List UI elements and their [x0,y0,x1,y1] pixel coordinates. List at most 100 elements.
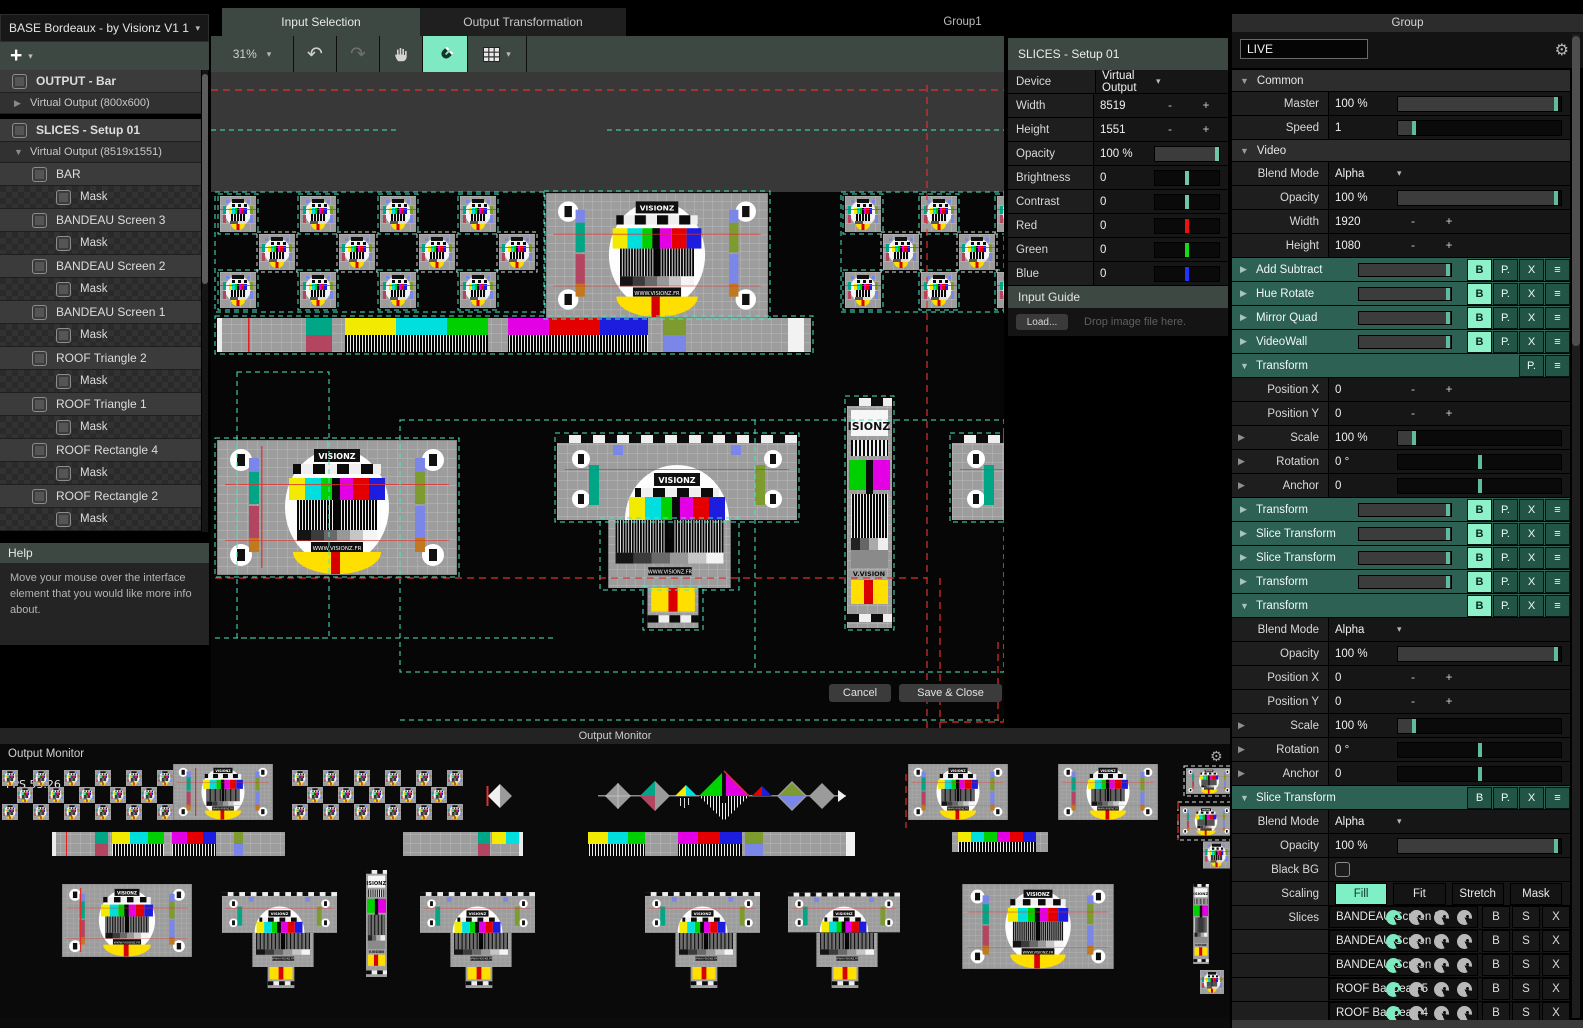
rotate-icon[interactable] [1409,1006,1424,1021]
zoom-level-select[interactable]: 31% ▾ [211,36,294,72]
mini-testcard[interactable] [499,234,535,270]
checkbox[interactable] [32,259,47,274]
slider-thumb[interactable] [1478,479,1482,493]
slice-roof-bandeau-5[interactable]: ROOF Bandeau 5BSX [1232,978,1570,1002]
slider-track[interactable] [1397,838,1562,854]
param-opacity[interactable]: Opacity100 % [1232,642,1570,666]
effect-slice-transform[interactable]: ▶Slice TransformBP.X≡ [1232,546,1570,570]
plus-button[interactable]: + [1433,696,1465,708]
load-button[interactable]: Load... [1016,314,1068,330]
effect-slider[interactable] [1358,527,1452,541]
chevron-right-icon[interactable]: ▶ [14,98,26,109]
param-position-x[interactable]: Position X0-+ [1232,378,1570,402]
slider-track[interactable] [1154,218,1220,234]
bypass-button[interactable]: B [1467,331,1492,353]
plus-button[interactable]: + [1433,384,1465,396]
param-height[interactable]: Height1551-+ [1008,118,1228,142]
checkbox[interactable] [56,420,71,435]
mini-testcard[interactable] [259,234,295,270]
chevron-down-icon[interactable]: ▼ [1240,793,1250,803]
checkbox[interactable] [12,123,27,138]
mini-testcard[interactable] [883,234,919,270]
param-height[interactable]: Height1080-+ [1232,234,1570,258]
minus-button[interactable]: - [1397,408,1429,420]
slider-thumb[interactable] [1446,336,1450,348]
mini-testcard[interactable] [33,770,49,786]
slider-thumb[interactable] [1185,171,1189,185]
menu-button[interactable]: ≡ [1545,595,1570,617]
mini-testcard[interactable] [419,234,455,270]
params-button[interactable]: P. [1493,283,1518,305]
undo-button[interactable]: ↶ [294,36,337,72]
rotate-icon[interactable] [1434,958,1449,973]
testcard-band[interactable] [557,435,797,520]
param-green[interactable]: Green0 [1008,238,1228,262]
mini-testcard[interactable] [339,234,375,270]
tab-output-transformation[interactable]: Output Transformation [420,8,626,36]
solo-button[interactable]: S [1512,906,1540,928]
menu-button[interactable]: ≡ [1545,523,1570,545]
rotate-icon[interactable] [1434,982,1449,997]
remove-button[interactable]: X [1519,499,1544,521]
rotate-icon[interactable] [1457,982,1472,997]
chevron-down-icon[interactable]: ▾ [1397,624,1402,635]
params-button[interactable]: P. [1493,259,1518,281]
params-button[interactable]: P. [1493,331,1518,353]
tree-mask-mask[interactable]: Mask [0,278,201,301]
input-selection-canvas[interactable] [211,72,1004,728]
slider-thumb[interactable] [1554,97,1558,111]
mini-testcard[interactable] [64,770,80,786]
chevron-right-icon[interactable]: ▶ [1240,504,1250,515]
slider-thumb[interactable] [1478,455,1482,469]
chevron-right-icon[interactable]: ▶ [1240,312,1250,323]
mini-testcard[interactable] [300,196,336,232]
params-button[interactable]: P. [1493,547,1518,569]
mini-testcard[interactable] [997,196,1004,232]
remove-button[interactable]: X [1542,906,1570,928]
mini-testcard[interactable] [845,272,881,308]
param-scaling[interactable]: ScalingFillFitStretchMask [1232,882,1570,906]
rotate-icon[interactable] [1457,958,1472,973]
mini-testcard[interactable] [845,196,881,232]
slice-name-cell[interactable]: ROOF Bandeau 5 [1329,978,1478,1000]
remove-button[interactable]: X [1519,547,1544,569]
slider-thumb[interactable] [1554,839,1558,853]
rotate-icon[interactable] [1386,934,1401,949]
gear-icon[interactable]: ⚙ [1555,40,1569,60]
rotate-icon[interactable] [1434,1006,1449,1021]
remove-button[interactable]: X [1542,978,1570,1000]
slider-track[interactable] [1397,742,1562,758]
remove-button[interactable]: X [1519,259,1544,281]
mini-testcard[interactable] [323,770,339,786]
slider-thumb[interactable] [1446,288,1450,300]
slider-thumb[interactable] [1185,267,1189,281]
plus-button[interactable]: + [1190,100,1222,112]
params-button[interactable]: P. [1493,499,1518,521]
plus-button[interactable]: + [1433,240,1465,252]
chevron-right-icon[interactable]: ▶ [1240,288,1250,299]
plus-button[interactable]: + [1433,216,1465,228]
bypass-button[interactable]: B [1467,283,1492,305]
slider-thumb[interactable] [1446,312,1450,324]
slider-track[interactable] [1397,646,1562,662]
group-name-input[interactable] [1240,39,1368,59]
mini-testcard[interactable] [460,196,496,232]
mini-testcard[interactable] [385,770,401,786]
rotate-icon[interactable] [1386,958,1401,973]
cancel-button[interactable]: Cancel [829,684,891,702]
mini-testcard[interactable] [447,804,463,820]
param-master[interactable]: Master100 % [1232,92,1570,116]
plus-button[interactable]: + [1190,124,1222,136]
checkbox[interactable] [32,397,47,412]
mini-testcard[interactable] [369,787,385,803]
param-anchor[interactable]: ▶Anchor0 [1232,762,1570,786]
tree-item-roof-triangle-2[interactable]: ROOF Triangle 2 [0,347,201,370]
scrollbar-thumb[interactable] [202,74,208,284]
grid-options-button[interactable]: ▾ [468,36,527,72]
rotate-icon[interactable] [1457,1006,1472,1021]
tree-group-slices-setup-01[interactable]: SLICES - Setup 01 [0,119,201,142]
effect-slice-transform[interactable]: ▼Slice TransformBP.X≡ [1232,786,1570,810]
scaling-fill-button[interactable]: Fill [1335,883,1387,905]
testcard-center[interactable] [546,193,768,318]
param-opacity[interactable]: Opacity100 % [1232,186,1570,210]
